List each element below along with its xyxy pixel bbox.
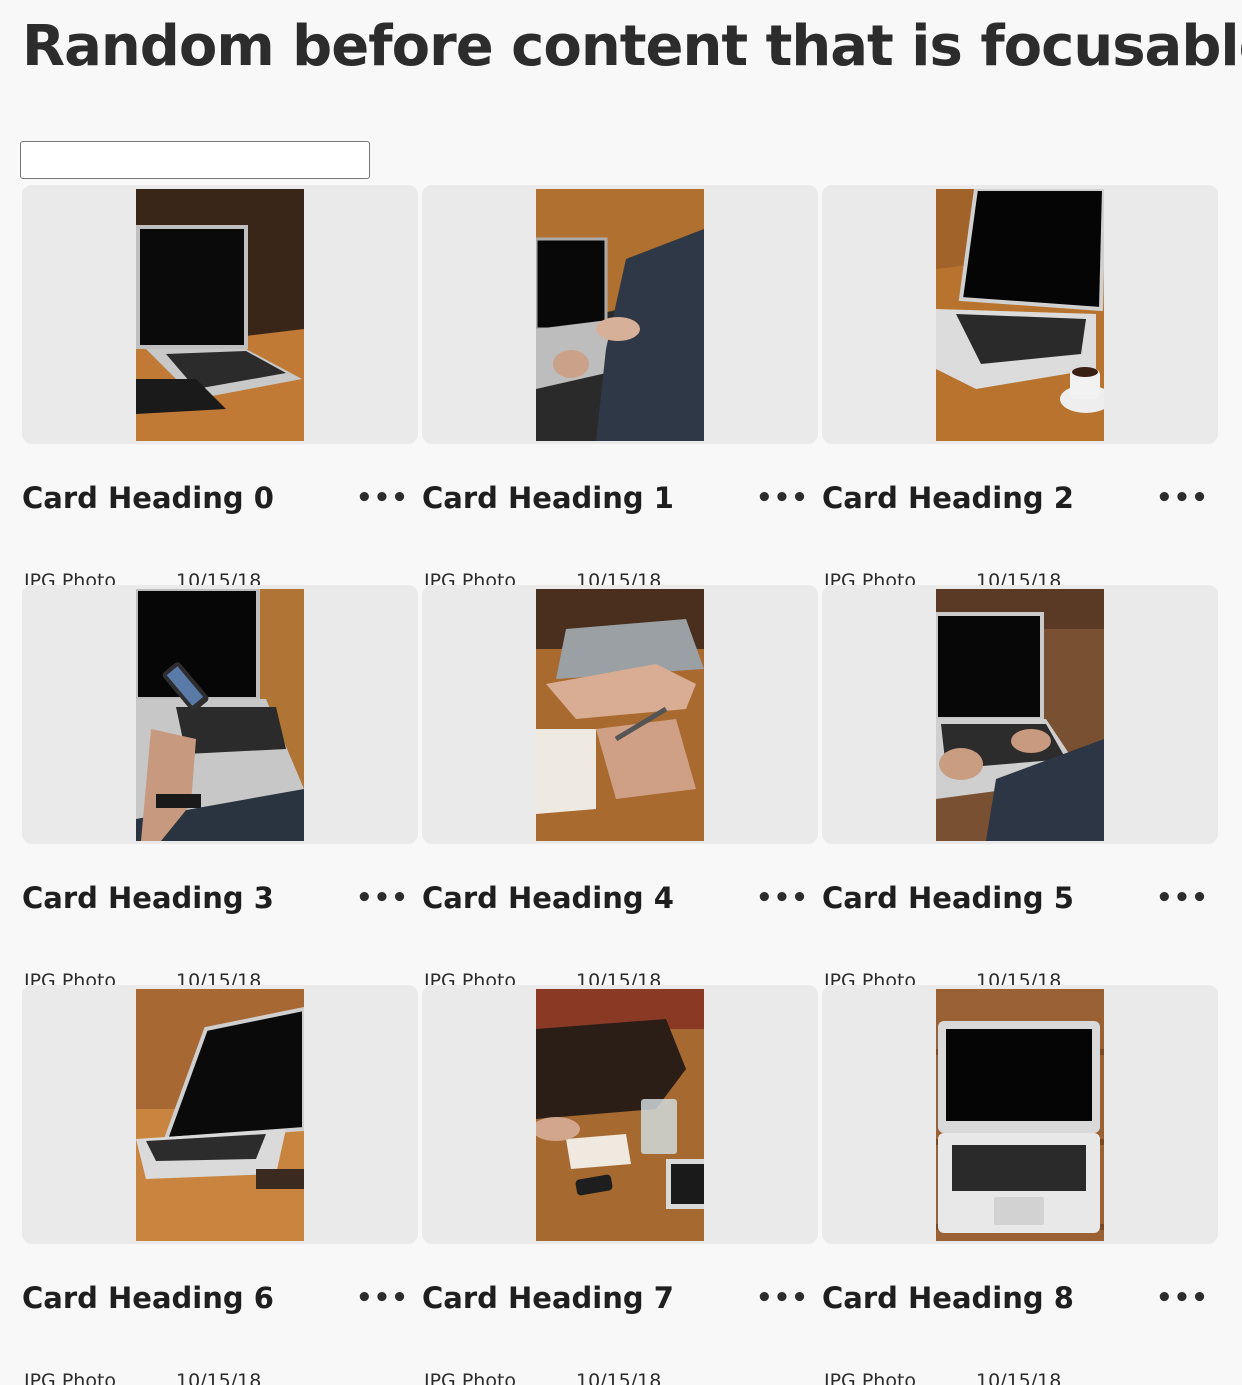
card-date: 10/15/18	[176, 1370, 262, 1385]
card-date: 10/15/18	[976, 1370, 1062, 1385]
card-heading: Card Heading 4	[422, 881, 674, 915]
more-actions-button[interactable]: •••	[356, 1285, 408, 1317]
card-preview[interactable]	[822, 185, 1218, 444]
card[interactable]: Card Heading 0 ••• JPG Photo 10/15/18	[22, 185, 418, 585]
card-photo	[536, 989, 704, 1241]
focusable-input[interactable]	[20, 141, 370, 179]
card-date: 10/15/18	[576, 970, 662, 985]
card-heading: Card Heading 8	[822, 1281, 1074, 1315]
card-photo	[936, 589, 1104, 841]
card-heading: Card Heading 0	[22, 481, 274, 515]
card-heading: Card Heading 6	[22, 1281, 274, 1315]
card-preview[interactable]	[422, 985, 818, 1244]
card-date: 10/15/18	[576, 570, 662, 585]
card-preview[interactable]	[822, 585, 1218, 844]
card-preview[interactable]	[22, 585, 418, 844]
card-date: 10/15/18	[976, 570, 1062, 585]
more-actions-button[interactable]: •••	[756, 885, 808, 917]
card-photo	[136, 589, 304, 841]
card-heading: Card Heading 1	[422, 481, 674, 515]
card-file-type: JPG Photo	[24, 1370, 117, 1385]
card-preview[interactable]	[422, 185, 818, 444]
card-preview[interactable]	[822, 985, 1218, 1244]
card-heading: Card Heading 5	[822, 881, 1074, 915]
card-preview[interactable]	[22, 985, 418, 1244]
card-photo	[936, 189, 1104, 441]
card[interactable]: Card Heading 4 ••• JPG Photo 10/15/18	[422, 585, 818, 985]
card[interactable]: Card Heading 6 ••• JPG Photo 10/15/18	[22, 985, 418, 1385]
card-file-type: JPG Photo	[24, 970, 117, 985]
card-photo	[536, 189, 704, 441]
card-file-type: JPG Photo	[824, 1370, 917, 1385]
card-photo	[536, 589, 704, 841]
card-heading: Card Heading 3	[22, 881, 274, 915]
more-actions-button[interactable]: •••	[1156, 885, 1208, 917]
card-photo	[136, 189, 304, 441]
card[interactable]: Card Heading 7 ••• JPG Photo 10/15/18	[422, 985, 818, 1385]
page-title: Random before content that is focusable	[22, 14, 1242, 79]
more-actions-button[interactable]: •••	[356, 885, 408, 917]
more-actions-button[interactable]: •••	[1156, 485, 1208, 517]
card-file-type: JPG Photo	[424, 570, 517, 585]
card-photo	[936, 989, 1104, 1241]
card-date: 10/15/18	[576, 1370, 662, 1385]
card-file-type: JPG Photo	[24, 570, 117, 585]
card-file-type: JPG Photo	[424, 1370, 517, 1385]
card[interactable]: Card Heading 5 ••• JPG Photo 10/15/18	[822, 585, 1218, 985]
card-heading: Card Heading 7	[422, 1281, 674, 1315]
card-file-type: JPG Photo	[824, 970, 917, 985]
card[interactable]: Card Heading 3 ••• JPG Photo 10/15/18	[22, 585, 418, 985]
card-preview[interactable]	[422, 585, 818, 844]
card-file-type: JPG Photo	[824, 570, 917, 585]
more-actions-button[interactable]: •••	[1156, 1285, 1208, 1317]
card-file-type: JPG Photo	[424, 970, 517, 985]
card[interactable]: Card Heading 2 ••• JPG Photo 10/15/18	[822, 185, 1218, 585]
more-actions-button[interactable]: •••	[756, 485, 808, 517]
more-actions-button[interactable]: •••	[756, 1285, 808, 1317]
card-preview[interactable]	[22, 185, 418, 444]
card-date: 10/15/18	[176, 970, 262, 985]
more-actions-button[interactable]: •••	[356, 485, 408, 517]
card-date: 10/15/18	[976, 970, 1062, 985]
card-photo	[136, 989, 304, 1241]
card[interactable]: Card Heading 8 ••• JPG Photo 10/15/18	[822, 985, 1218, 1385]
card-date: 10/15/18	[176, 570, 262, 585]
card-heading: Card Heading 2	[822, 481, 1074, 515]
card[interactable]: Card Heading 1 ••• JPG Photo 10/15/18	[422, 185, 818, 585]
